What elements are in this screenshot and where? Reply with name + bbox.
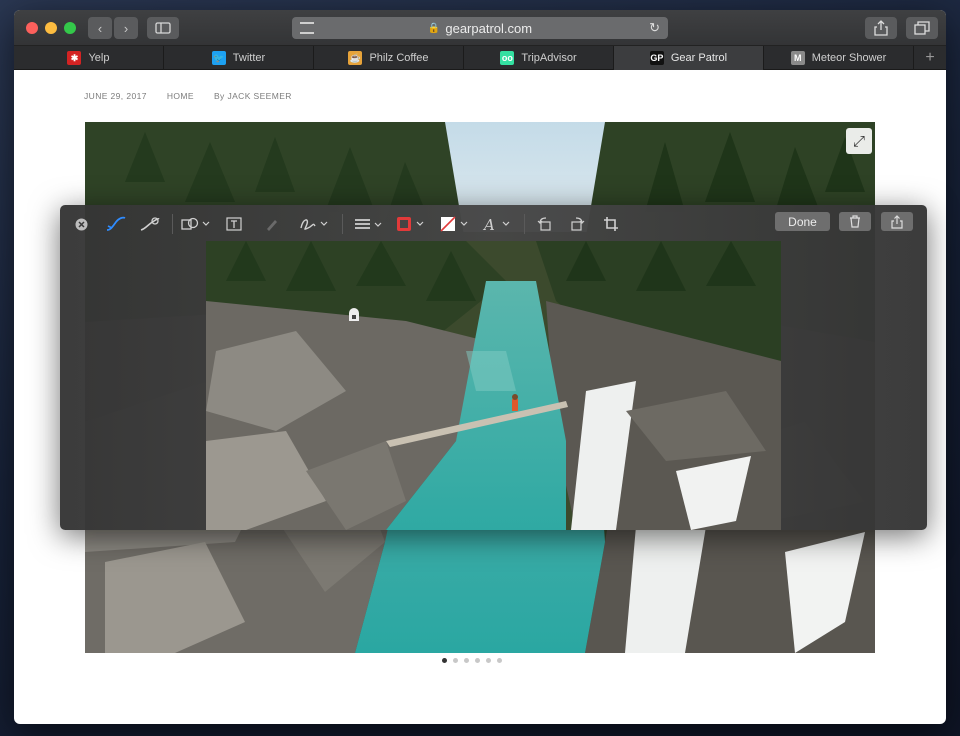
forward-button[interactable]: ›	[114, 17, 138, 39]
article-byline[interactable]: By JACK SEEMER	[214, 91, 292, 101]
toolbar-separator	[342, 214, 343, 234]
show-all-tabs-button[interactable]	[906, 17, 938, 39]
pagination-dot[interactable]	[442, 658, 447, 663]
expand-image-button[interactable]: ⤢	[846, 128, 872, 154]
sign-tool-button[interactable]	[298, 215, 332, 233]
toolbar-separator	[172, 214, 173, 234]
tab-label: TripAdvisor	[521, 52, 577, 64]
tab-label: Twitter	[232, 52, 266, 64]
fill-color-button[interactable]	[438, 215, 472, 233]
draw-icon	[140, 217, 160, 231]
title-bar: ‹ › 🔒 gearpatrol.com ↻	[14, 10, 946, 46]
minimize-window-button[interactable]	[45, 22, 57, 34]
pagination-dot[interactable]	[453, 658, 458, 663]
tab-bar: ✱ Yelp 🐦 Twitter ☕ Philz Coffee oo TripAdvisor G…	[14, 46, 946, 70]
address-bar[interactable]: 🔒 gearpatrol.com ↻	[292, 17, 668, 39]
share-button[interactable]	[865, 17, 897, 39]
rotate-left-icon	[537, 217, 551, 231]
sidebar-toggle-button[interactable]	[147, 17, 179, 39]
reload-icon[interactable]: ↻	[649, 20, 660, 36]
meteor-shower-icon: M	[790, 51, 805, 65]
tab-tripadvisor[interactable]: oo TripAdvisor	[464, 46, 614, 70]
yelp-icon: ✱	[67, 51, 82, 65]
tab-label: Yelp	[88, 52, 110, 64]
markup-share-button[interactable]	[881, 212, 913, 231]
article-date: JUNE 29, 2017	[84, 91, 147, 101]
tab-yelp[interactable]: ✱ Yelp	[14, 46, 164, 70]
twitter-icon: 🐦	[211, 51, 226, 65]
line-style-icon	[355, 219, 382, 229]
canyon-log-photo	[206, 241, 781, 530]
sketch-icon	[106, 216, 126, 231]
markup-image-canvas[interactable]	[206, 241, 781, 530]
reader-view-icon[interactable]	[300, 22, 314, 34]
text-icon	[226, 217, 242, 231]
border-color-button[interactable]	[394, 215, 428, 233]
article-meta: JUNE 29, 2017 HOME By JACK SEEMER	[84, 91, 292, 101]
draw-tool-button[interactable]	[138, 215, 162, 233]
tab-philz-coffee[interactable]: ☕ Philz Coffee	[314, 46, 464, 70]
back-button[interactable]: ‹	[88, 17, 112, 39]
shapes-tool-button[interactable]	[180, 215, 214, 233]
svg-text:A: A	[482, 216, 495, 232]
philz-coffee-icon: ☕	[348, 51, 363, 65]
border-color-icon	[397, 217, 424, 231]
crop-button[interactable]	[600, 215, 622, 233]
line-style-button[interactable]	[352, 215, 386, 233]
rotate-right-button[interactable]	[566, 215, 588, 233]
chevron-left-icon: ‹	[97, 20, 103, 36]
text-tool-button[interactable]	[224, 215, 244, 233]
share-icon	[891, 214, 903, 229]
close-icon	[75, 218, 87, 230]
text-style-icon: A	[482, 216, 510, 232]
tripadvisor-icon: oo	[500, 51, 515, 65]
new-tab-button[interactable]: +	[914, 46, 946, 70]
markup-close-button[interactable]	[72, 215, 90, 233]
shapes-icon	[181, 217, 210, 230]
fill-color-icon	[440, 216, 468, 232]
lock-icon: 🔒	[427, 22, 441, 34]
toolbar-separator	[524, 214, 525, 234]
tab-twitter[interactable]: 🐦 Twitter	[164, 46, 314, 70]
crop-icon	[604, 217, 618, 231]
tab-label: Philz Coffee	[369, 52, 429, 64]
trash-icon	[850, 215, 860, 228]
rotate-right-icon	[571, 217, 585, 231]
section-link[interactable]: HOME	[167, 91, 194, 101]
share-icon	[874, 20, 888, 36]
tabs-overview-icon	[914, 21, 930, 35]
tab-gear-patrol[interactable]: GP Gear Patrol	[614, 46, 764, 70]
close-window-button[interactable]	[26, 22, 38, 34]
done-button[interactable]: Done	[775, 212, 830, 231]
zoom-window-button[interactable]	[64, 22, 76, 34]
sidebar-icon	[155, 22, 171, 34]
highlight-icon	[267, 220, 277, 231]
pagination-dot[interactable]	[475, 658, 480, 663]
pagination-dot[interactable]	[464, 658, 469, 663]
delete-button[interactable]	[839, 212, 871, 231]
gallery-pagination	[442, 658, 502, 663]
text-style-button[interactable]: A	[480, 215, 514, 233]
sketch-tool-button[interactable]	[104, 215, 128, 233]
pagination-dot[interactable]	[497, 658, 502, 663]
tab-meteor-shower[interactable]: M Meteor Shower	[764, 46, 914, 70]
tab-label: Meteor Shower	[811, 52, 887, 64]
url-text: gearpatrol.com	[445, 20, 533, 36]
markup-panel: A Done	[60, 205, 927, 530]
pagination-dot[interactable]	[486, 658, 491, 663]
rotate-left-button[interactable]	[534, 215, 556, 233]
tab-label: Gear Patrol	[670, 52, 728, 64]
sign-icon	[300, 219, 328, 230]
gear-patrol-icon: GP	[649, 51, 664, 65]
highlight-tool-button[interactable]	[262, 215, 282, 233]
chevron-right-icon: ›	[123, 20, 129, 36]
expand-icon: ⤢	[852, 132, 865, 150]
